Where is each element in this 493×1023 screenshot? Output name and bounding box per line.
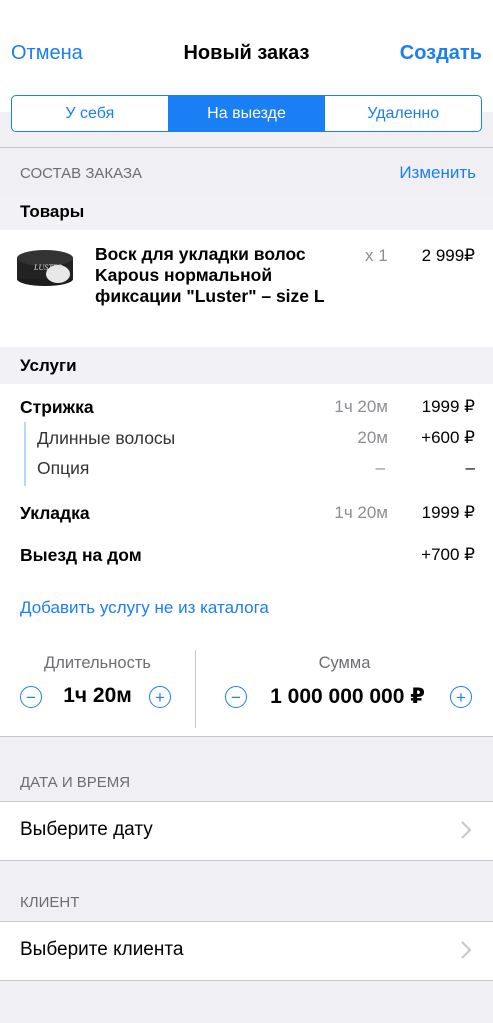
service-option-duration: –	[375, 458, 385, 477]
service-option-name: Опция	[37, 458, 90, 478]
chevron-right-icon	[461, 941, 471, 959]
segment-on-site[interactable]: На выезде	[168, 96, 326, 131]
service-price: 1999 ₽	[421, 397, 475, 416]
service-row[interactable]: Стрижка 1ч 20м 1999 ₽	[0, 397, 493, 425]
client-section-header: КЛИЕНТ	[20, 894, 80, 911]
edit-order-link[interactable]: Изменить	[399, 163, 476, 183]
add-custom-service-link[interactable]: Добавить услугу не из каталога	[20, 598, 269, 618]
cancel-button[interactable]: Отмена	[11, 42, 83, 65]
service-option-name: Длинные волосы	[37, 428, 176, 448]
duration-value: 1ч 20м	[63, 684, 132, 707]
divider	[0, 980, 493, 981]
duration-decrease-button[interactable]: −	[20, 686, 42, 708]
service-duration: 1ч 20м	[334, 503, 388, 522]
select-date-row[interactable]: Выберите дату	[0, 802, 493, 860]
service-name: Укладка	[20, 503, 90, 523]
service-price: +700 ₽	[421, 545, 475, 564]
product-image-label: LUSTER	[33, 263, 63, 272]
create-button[interactable]: Создать	[400, 42, 482, 65]
service-price: 1999 ₽	[421, 503, 475, 522]
segment-remote[interactable]: Удаленно	[325, 96, 481, 131]
location-segmented-control: У себя На выезде Удаленно	[11, 95, 482, 132]
plus-icon: +	[456, 687, 466, 707]
sum-label: Сумма	[318, 654, 371, 672]
duration-increase-button[interactable]: +	[149, 686, 171, 708]
service-option-price: +600 ₽	[421, 428, 475, 447]
service-option-price: –	[465, 458, 475, 477]
duration-label: Длительность	[44, 654, 151, 672]
product-price: 2 999₽	[421, 246, 475, 265]
service-duration: 1ч 20м	[334, 397, 388, 416]
product-image: LUSTER	[17, 250, 73, 286]
totals-panel: Длительность − 1ч 20м + Сумма − 1 000 00…	[0, 638, 493, 736]
services-list: Стрижка 1ч 20м 1999 ₽ Длинные волосы 20м…	[0, 384, 493, 638]
product-name: Воск для укладки волос Kapous нормальной…	[95, 244, 325, 306]
plus-icon: +	[155, 687, 165, 707]
services-group-title: Услуги	[0, 347, 493, 385]
chevron-right-icon	[461, 821, 471, 839]
service-name: Стрижка	[20, 397, 94, 417]
minus-icon: −	[26, 687, 36, 707]
datetime-section-header: ДАТА И ВРЕМЯ	[20, 774, 131, 791]
select-client-label: Выберите клиента	[20, 939, 184, 960]
product-row[interactable]: LUSTER Воск для укладки волос Kapous нор…	[0, 230, 493, 348]
service-name: Выезд на дом	[20, 545, 142, 565]
sum-value: 1 000 000 000 ₽	[270, 685, 425, 708]
divider	[0, 736, 493, 737]
service-row[interactable]: Укладка 1ч 20м 1999 ₽	[0, 503, 493, 531]
select-date-label: Выберите дату	[20, 819, 153, 840]
goods-group-title: Товары	[0, 193, 493, 231]
sum-increase-button[interactable]: +	[450, 686, 472, 708]
service-row[interactable]: Выезд на дом +700 ₽	[0, 545, 493, 573]
product-quantity: x 1	[365, 246, 388, 265]
service-option-duration: 20м	[357, 428, 388, 447]
service-option-row[interactable]: Опция – –	[0, 458, 493, 486]
segment-at-home[interactable]: У себя	[12, 96, 169, 131]
service-option-row[interactable]: Длинные волосы 20м +600 ₽	[0, 428, 493, 456]
minus-icon: −	[231, 687, 241, 707]
sum-decrease-button[interactable]: −	[225, 686, 247, 708]
divider	[0, 860, 493, 861]
select-client-row[interactable]: Выберите клиента	[0, 922, 493, 980]
divider	[0, 147, 493, 148]
service-options-indicator	[24, 422, 26, 486]
